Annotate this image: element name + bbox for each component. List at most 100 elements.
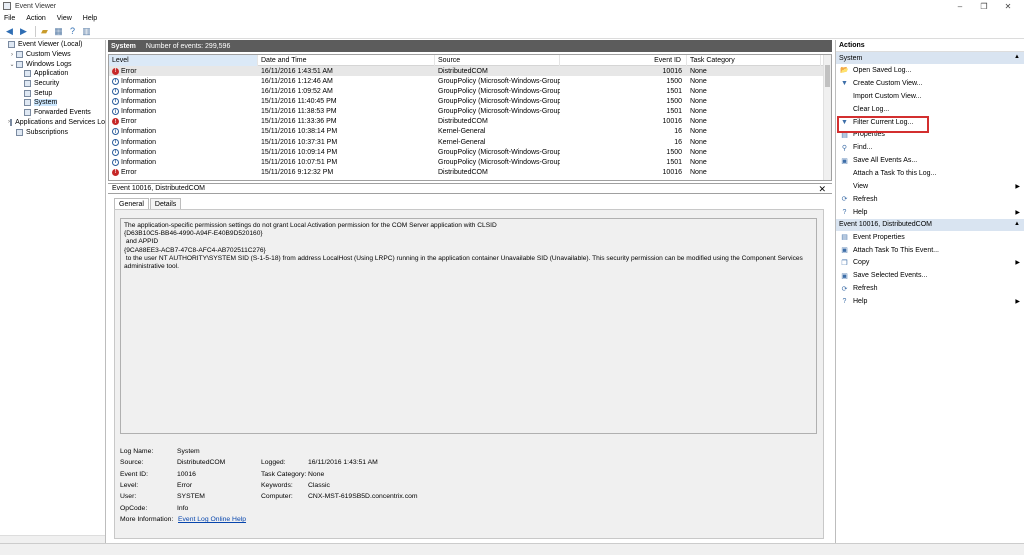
action-help[interactable]: ? Help ▶ bbox=[836, 206, 1024, 219]
event-log-online-help-link[interactable]: Event Log Online Help bbox=[178, 516, 246, 523]
event-count: Number of events: 299,596 bbox=[145, 42, 231, 50]
event-date-cell: 15/11/2016 11:40:45 PM bbox=[261, 97, 337, 105]
scrollbar-thumb[interactable] bbox=[825, 65, 830, 87]
tree-item[interactable]: Security bbox=[0, 79, 105, 89]
information-icon: i bbox=[112, 158, 119, 166]
event-id-label: Event ID: bbox=[120, 470, 148, 478]
message-line: to the user NT AUTHORITY\SYSTEM SID (S-1… bbox=[124, 254, 803, 262]
action-find[interactable]: ⚲ Find... bbox=[836, 141, 1024, 154]
action-attach-a-task-to-this-log[interactable]: Attach a Task To this Log... bbox=[836, 167, 1024, 180]
event-source-cell: GroupPolicy (Microsoft-Windows-Group... bbox=[438, 148, 560, 156]
event-task-cell: None bbox=[690, 108, 707, 116]
event-task-cell: None bbox=[690, 138, 707, 146]
column-event-id[interactable]: Event ID bbox=[560, 55, 687, 66]
action-clear-log[interactable]: Clear Log... bbox=[836, 103, 1024, 116]
event-task-cell: None bbox=[690, 67, 707, 75]
menu-file[interactable]: File bbox=[4, 15, 15, 22]
event-row[interactable]: i Information 15/11/2016 10:09:14 PM GroupP… bbox=[109, 147, 831, 157]
tree-item[interactable]: ⌄ Windows Logs bbox=[0, 59, 105, 69]
tree-item[interactable]: › Custom Views bbox=[0, 50, 105, 60]
tree-expander-icon[interactable]: ⌄ bbox=[8, 61, 16, 68]
tab-details[interactable]: Details bbox=[149, 198, 182, 209]
event-row[interactable]: i Information 16/11/2016 1:12:46 AM GroupPo… bbox=[109, 76, 831, 86]
close-detail-icon[interactable]: ✕ bbox=[818, 184, 826, 195]
tree-item[interactable]: System bbox=[0, 98, 105, 108]
actions-section-system[interactable]: System ▲ bbox=[836, 52, 1024, 64]
column-source[interactable]: Source bbox=[435, 55, 560, 66]
collapse-caret-icon[interactable]: ▲ bbox=[1014, 54, 1020, 60]
menu-help[interactable]: Help bbox=[83, 15, 97, 22]
actions-title: Actions bbox=[836, 40, 1024, 52]
event-task-cell: None bbox=[690, 118, 707, 126]
event-row[interactable]: i Information 15/11/2016 10:37:31 PM Kernel… bbox=[109, 137, 831, 147]
folder-up-icon[interactable]: ▰ bbox=[39, 26, 50, 37]
tree-item[interactable]: Event Viewer (Local) bbox=[0, 40, 105, 50]
back-arrow-icon[interactable]: ◀ bbox=[4, 26, 15, 37]
show-action-pane-icon[interactable]: ▥ bbox=[81, 26, 92, 37]
action-create-custom-view[interactable]: ▼ Create Custom View... bbox=[836, 77, 1024, 90]
column-level[interactable]: Level bbox=[109, 55, 258, 66]
event-source-cell: Kernel-General bbox=[438, 128, 486, 136]
action-view[interactable]: View ▶ bbox=[836, 180, 1024, 193]
action-label: Help bbox=[853, 298, 868, 306]
tree-item[interactable]: › Applications and Services Lo bbox=[0, 118, 105, 128]
event-level-text: Information bbox=[121, 97, 157, 105]
refresh-icon: ⟳ bbox=[841, 285, 848, 293]
event-source-cell: GroupPolicy (Microsoft-Windows-Group... bbox=[438, 108, 560, 116]
action-copy[interactable]: ❐ Copy ▶ bbox=[836, 256, 1024, 269]
event-source-cell: GroupPolicy (Microsoft-Windows-Group... bbox=[438, 87, 560, 95]
tree-expander-icon[interactable]: › bbox=[8, 52, 16, 58]
action-save-all-events-as[interactable]: ▣ Save All Events As... bbox=[836, 154, 1024, 167]
tree-item[interactable]: Setup bbox=[0, 88, 105, 98]
column-task-category[interactable]: Task Category bbox=[687, 55, 821, 66]
event-task-cell: None bbox=[690, 87, 707, 95]
event-row[interactable]: i Information 15/11/2016 10:07:51 PM GroupP… bbox=[109, 157, 831, 167]
tree-item[interactable]: Application bbox=[0, 69, 105, 79]
action-attach-task-to-this-event[interactable]: ▣ Attach Task To This Event... bbox=[836, 244, 1024, 257]
menu-action[interactable]: Action bbox=[26, 15, 45, 22]
event-date-cell: 15/11/2016 10:38:14 PM bbox=[261, 128, 338, 136]
event-row[interactable]: ! Error 15/11/2016 9:12:32 PM DistributedCO… bbox=[109, 167, 831, 177]
close-button[interactable]: ✕ bbox=[996, 0, 1020, 12]
event-id-cell: 10016 bbox=[662, 67, 682, 75]
tree-horizontal-scrollbar[interactable] bbox=[0, 535, 105, 543]
action-refresh[interactable]: ⟳ Refresh bbox=[836, 282, 1024, 295]
event-row[interactable]: i Information 15/11/2016 11:40:45 PM GroupP… bbox=[109, 96, 831, 106]
column-date[interactable]: Date and Time bbox=[258, 55, 435, 66]
prop-row: User: SYSTEM Computer: CNX-MST-619SB5D.c… bbox=[120, 491, 817, 502]
collapse-caret-icon[interactable]: ▲ bbox=[1014, 221, 1020, 227]
forward-arrow-icon[interactable]: ▶ bbox=[18, 26, 29, 37]
minimize-button[interactable]: – bbox=[948, 0, 972, 12]
event-row[interactable]: i Information 15/11/2016 10:38:14 PM Kernel… bbox=[109, 127, 831, 137]
tree-node-icon bbox=[16, 51, 23, 59]
event-row[interactable]: ! Error 16/11/2016 1:43:51 AM DistributedCO… bbox=[109, 66, 831, 77]
action-save-selected-events[interactable]: ▣ Save Selected Events... bbox=[836, 269, 1024, 282]
event-message[interactable]: The application-specific permission sett… bbox=[120, 218, 817, 434]
event-list-scrollbar[interactable] bbox=[823, 55, 831, 180]
event-id-cell: 1501 bbox=[666, 108, 682, 116]
tree-node-icon bbox=[24, 99, 31, 107]
action-refresh[interactable]: ⟳ Refresh bbox=[836, 193, 1024, 206]
logged-label: Logged: bbox=[261, 459, 286, 467]
help-icon[interactable]: ? bbox=[67, 26, 78, 37]
show-hide-tree-icon[interactable]: ▦ bbox=[53, 26, 64, 37]
tab-general[interactable]: General bbox=[114, 198, 149, 209]
tree-node-icon bbox=[10, 118, 13, 126]
action-open-saved-log[interactable]: 📂 Open Saved Log... bbox=[836, 64, 1024, 77]
action-import-custom-view[interactable]: Import Custom View... bbox=[836, 90, 1024, 103]
event-row[interactable]: ! Error 15/11/2016 11:33:36 PM DistributedC… bbox=[109, 117, 831, 127]
action-help[interactable]: ? Help ▶ bbox=[836, 295, 1024, 308]
actions-section-event[interactable]: Event 10016, DistributedCOM ▲ bbox=[836, 218, 1024, 231]
event-id-cell: 16 bbox=[674, 128, 682, 136]
event-row[interactable]: i Information 16/11/2016 1:09:52 AM GroupPo… bbox=[109, 86, 831, 96]
event-row[interactable]: i Information 15/11/2016 11:38:53 PM GroupP… bbox=[109, 107, 831, 117]
maximize-button[interactable]: ❐ bbox=[972, 0, 996, 12]
event-source-cell: GroupPolicy (Microsoft-Windows-Group... bbox=[438, 77, 560, 85]
menu-view[interactable]: View bbox=[57, 15, 72, 22]
action-event-properties[interactable]: ▤ Event Properties bbox=[836, 231, 1024, 244]
tree-item[interactable]: Forwarded Events bbox=[0, 108, 105, 118]
tree-item[interactable]: Subscriptions bbox=[0, 127, 105, 137]
detail-body: The application-specific permission sett… bbox=[114, 209, 824, 539]
event-level-text: Information bbox=[121, 158, 157, 166]
prop-row: Level: Error Keywords: Classic bbox=[120, 480, 817, 491]
